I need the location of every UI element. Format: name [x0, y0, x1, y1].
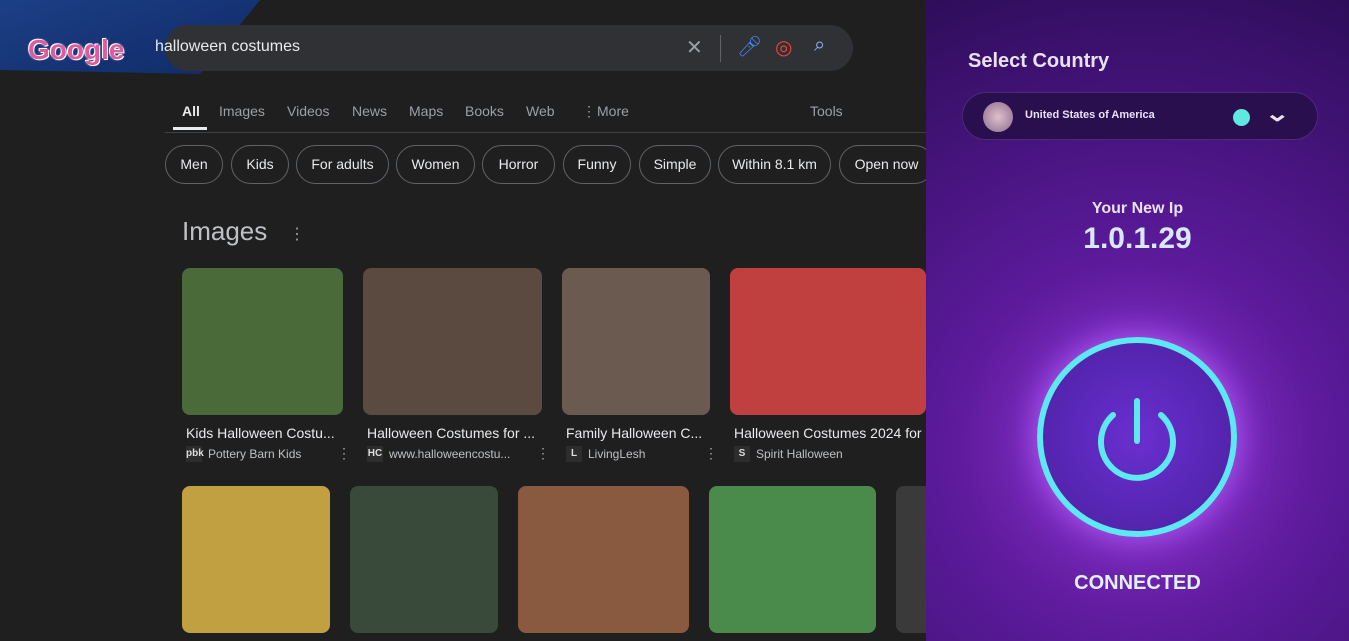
more-options-icon[interactable]: ⋮ — [337, 445, 351, 462]
image-result[interactable] — [350, 486, 498, 633]
image-source[interactable]: www.halloweencostu... — [389, 447, 510, 461]
image-result[interactable] — [182, 268, 343, 415]
more-options-icon[interactable]: ⋮ — [704, 445, 718, 462]
site-favicon: S — [734, 446, 750, 462]
chip-kids[interactable]: Kids — [231, 145, 289, 184]
image-title[interactable]: Halloween Costumes for ... — [367, 425, 542, 441]
image-title[interactable]: Halloween Costumes 2024 for — [734, 425, 926, 441]
image-result[interactable] — [518, 486, 689, 633]
chip-horror[interactable]: Horror — [482, 145, 555, 184]
site-favicon: HC — [367, 446, 383, 462]
chip-open-now[interactable]: Open now — [839, 145, 934, 184]
tab-maps[interactable]: Maps — [409, 103, 443, 119]
ip-address: 1.0.1.29 — [1083, 222, 1192, 255]
country-name: United States of America — [1025, 109, 1155, 121]
search-icon[interactable]: ⌕ — [814, 34, 825, 57]
image-source[interactable]: LivingLesh — [588, 447, 645, 461]
search-input[interactable]: halloween costumes — [155, 38, 300, 56]
image-title[interactable]: Kids Halloween Costu... — [186, 425, 343, 441]
tools-button[interactable]: Tools — [810, 103, 843, 119]
chip-women[interactable]: Women — [396, 145, 475, 184]
country-dropdown[interactable]: United States of America ⌄ — [962, 92, 1318, 140]
site-favicon: pbk — [186, 446, 204, 462]
more-options-icon[interactable]: ⋮ — [289, 224, 305, 244]
active-tab-indicator — [173, 127, 207, 130]
images-heading: Images — [182, 216, 268, 246]
chip-for-adults[interactable]: For adults — [296, 145, 389, 184]
status-dot — [1233, 109, 1250, 126]
image-result[interactable] — [562, 268, 710, 415]
divider — [720, 35, 721, 62]
tab-news[interactable]: News — [352, 103, 387, 119]
tab-more[interactable]: More — [597, 103, 629, 119]
more-options-icon[interactable]: ⋮ — [536, 445, 550, 462]
lens-icon[interactable]: ◎ — [775, 35, 792, 60]
chip-within-distance[interactable]: Within 8.1 km — [718, 145, 831, 184]
tab-images[interactable]: Images — [219, 103, 265, 119]
power-button[interactable] — [1037, 337, 1237, 537]
google-logo[interactable]: Google — [28, 34, 124, 66]
image-result[interactable] — [182, 486, 330, 633]
microphone-icon[interactable]: 🎤︎ — [737, 34, 762, 59]
us-flag-icon — [983, 102, 1013, 132]
image-result[interactable] — [363, 268, 542, 415]
image-result[interactable] — [709, 486, 876, 633]
select-country-label: Select Country — [968, 50, 1110, 72]
image-result[interactable] — [730, 268, 926, 415]
image-source[interactable]: Spirit Halloween — [756, 447, 843, 461]
tab-web[interactable]: Web — [526, 103, 555, 119]
power-icon — [1098, 398, 1176, 481]
chip-simple[interactable]: Simple — [639, 145, 711, 184]
chip-funny[interactable]: Funny — [563, 145, 631, 184]
vpn-panel: Select Country United States of America … — [926, 0, 1349, 641]
clear-icon[interactable]: ✕ — [686, 35, 703, 60]
chip-men[interactable]: Men — [165, 145, 223, 184]
chevron-down-icon[interactable]: ⌄ — [1264, 101, 1290, 127]
more-icon[interactable]: ⋮ — [582, 103, 596, 120]
tab-all[interactable]: All — [182, 103, 200, 119]
site-favicon: L — [566, 446, 582, 462]
tab-videos[interactable]: Videos — [287, 103, 330, 119]
divider — [165, 132, 926, 133]
image-source[interactable]: Pottery Barn Kids — [208, 447, 301, 461]
connection-status: CONNECTED — [1074, 572, 1201, 594]
image-title[interactable]: Family Halloween C... — [566, 425, 710, 441]
tab-books[interactable]: Books — [465, 103, 504, 119]
ip-label: Your New Ip — [1091, 200, 1184, 217]
